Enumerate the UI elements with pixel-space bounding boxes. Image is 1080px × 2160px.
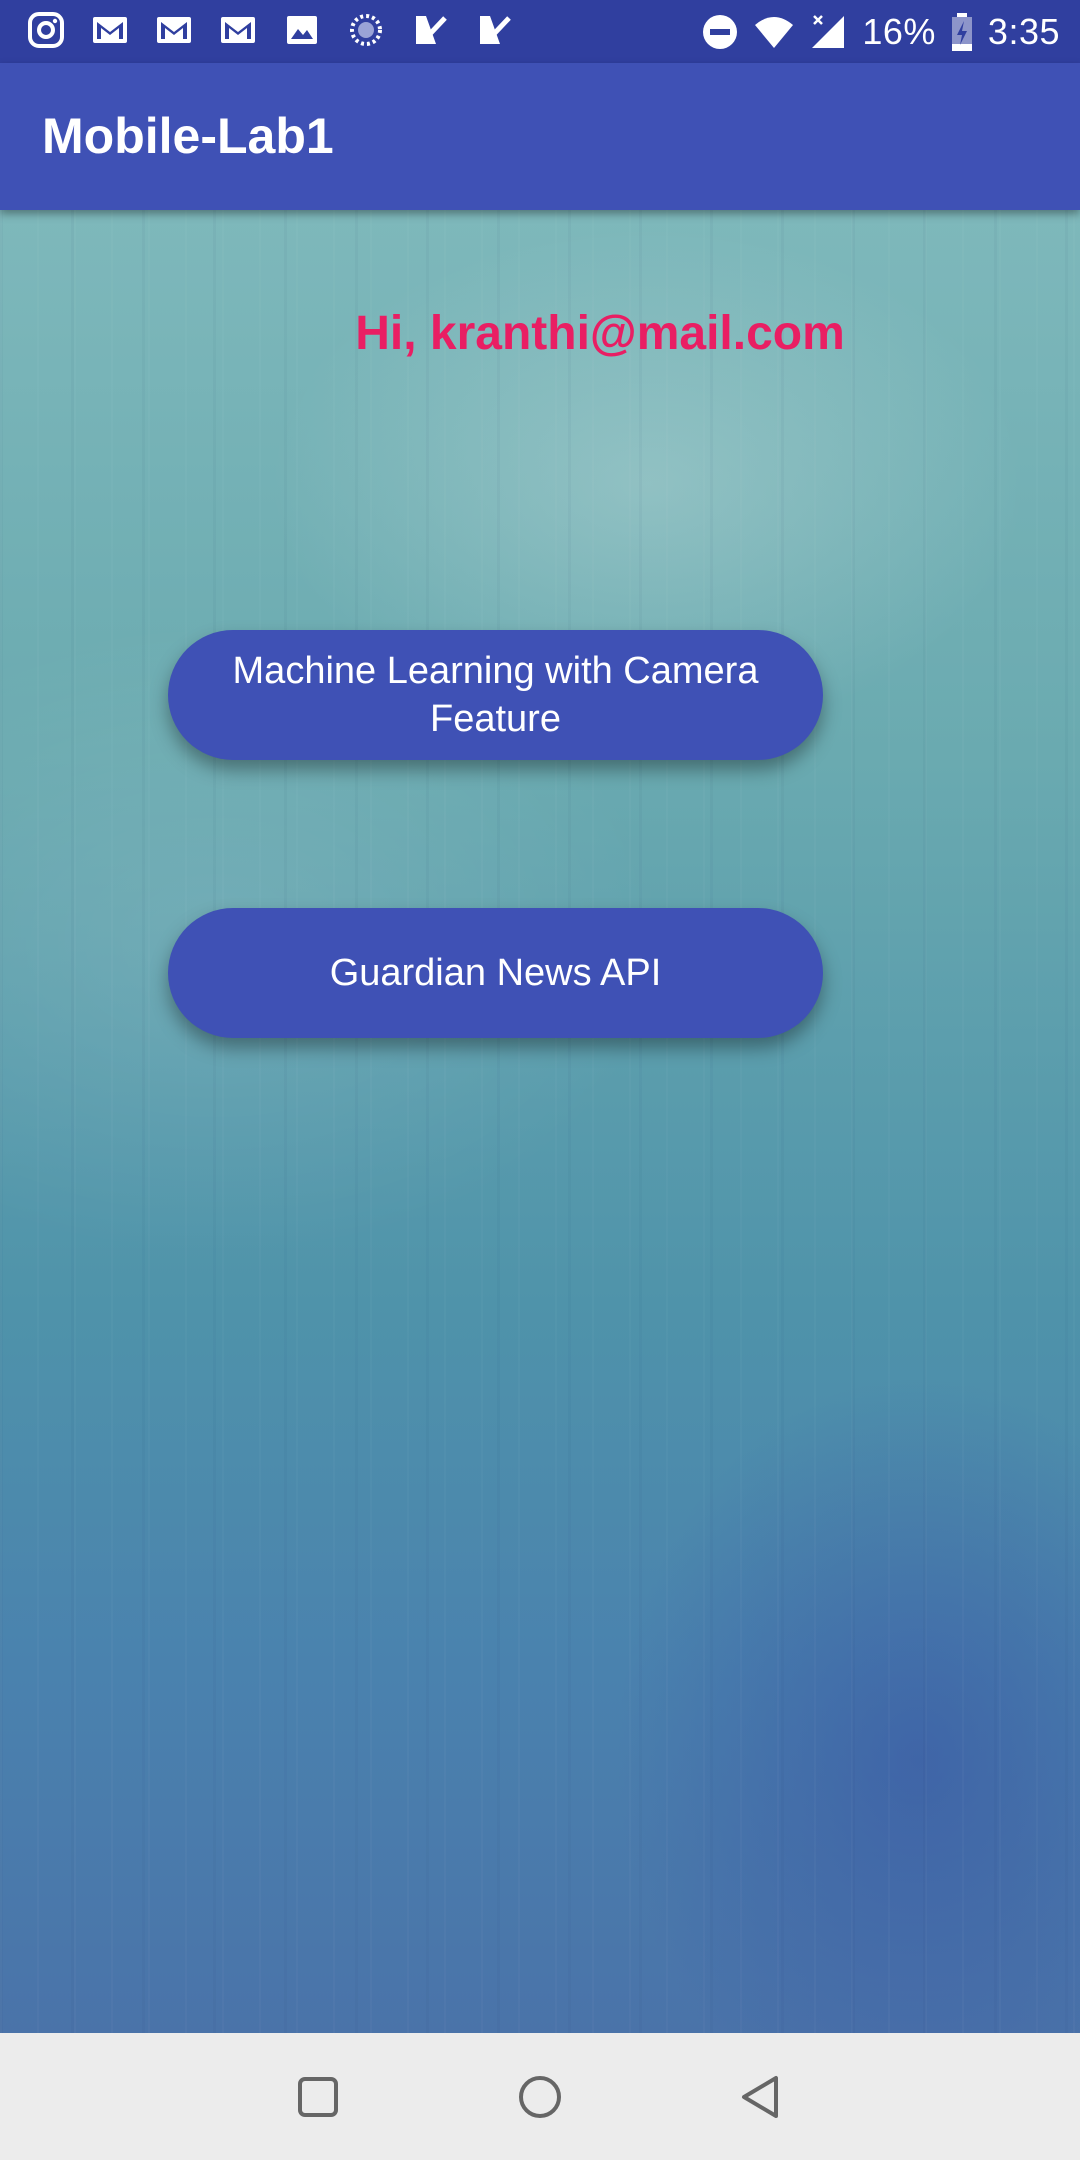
navigation-bar	[0, 2033, 1080, 2160]
ml-camera-button-label: Machine Learning with Camera Feature	[232, 650, 759, 740]
back-icon[interactable]	[732, 2067, 792, 2127]
guardian-news-button[interactable]: Guardian News API	[168, 908, 823, 1038]
gmail-icon	[218, 10, 258, 50]
sync-icon	[346, 10, 386, 50]
recents-icon[interactable]	[288, 2067, 348, 2127]
battery-percent: 16%	[862, 11, 936, 52]
instagram-icon	[26, 10, 66, 50]
background-texture	[0, 210, 1080, 2033]
wifi-icon	[754, 12, 794, 52]
app-bar: Mobile-Lab1	[0, 63, 1080, 210]
ml-camera-button[interactable]: Machine Learning with Camera Feature	[168, 630, 823, 760]
gmail-icon	[154, 10, 194, 50]
signal-icon	[808, 12, 848, 52]
notification-icons	[26, 10, 514, 50]
status-bar: 16% 3:35	[0, 0, 1080, 63]
greeting-text: Hi, kranthi@mail.com	[0, 306, 1080, 361]
clock: 3:35	[987, 11, 1060, 52]
main-content: Hi, kranthi@mail.com Machine Learning wi…	[0, 210, 1080, 2033]
guardian-news-button-label: Guardian News API	[329, 952, 662, 994]
greeting-label: Hi, kranthi@mail.com	[355, 307, 845, 360]
task-check-icon	[410, 10, 450, 50]
system-status: 16% 3:35	[700, 8, 1060, 56]
task-check-icon	[474, 10, 514, 50]
app-title: Mobile-Lab1	[42, 108, 334, 164]
do-not-disturb-icon	[700, 12, 740, 52]
home-icon[interactable]	[510, 2067, 570, 2127]
battery-charging-icon	[950, 12, 974, 52]
image-icon	[282, 10, 322, 50]
gmail-icon	[90, 10, 130, 50]
